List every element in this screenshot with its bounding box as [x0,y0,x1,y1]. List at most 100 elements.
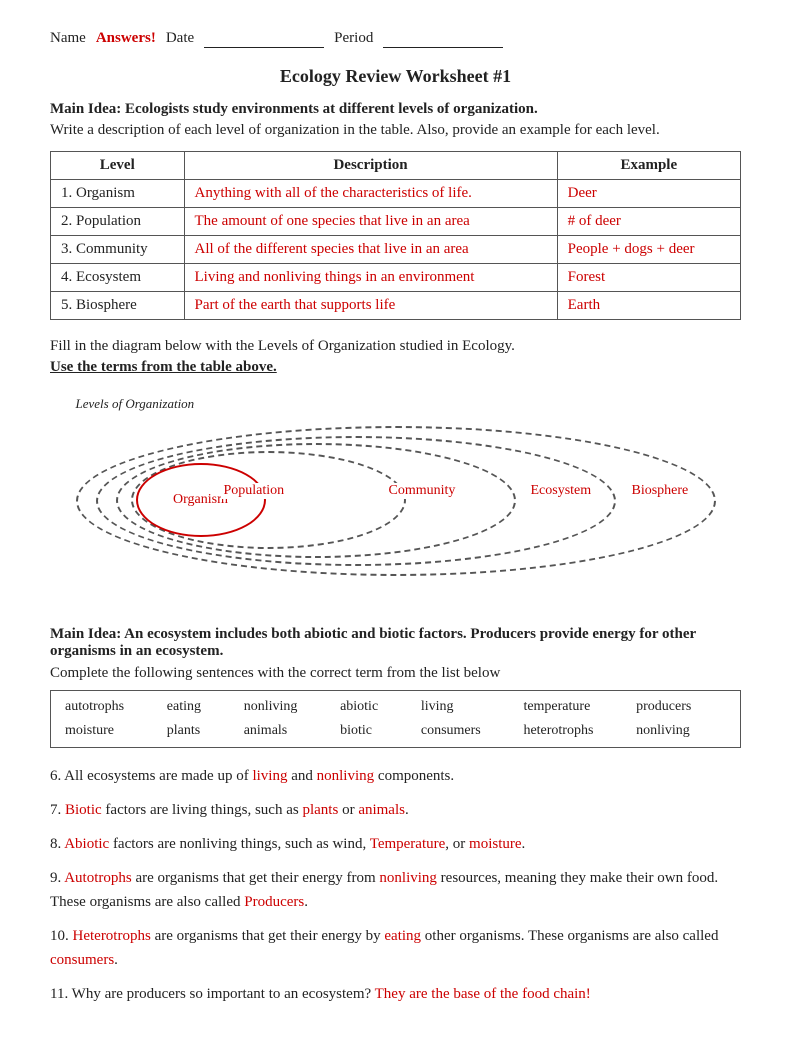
cell-example: Forest [557,264,740,292]
population-label: Population [221,483,288,499]
sentence-part: factors are living things, such as [102,802,303,818]
section1-main-idea: Main Idea: Ecologists study environments… [50,101,741,118]
sentence-part: eating [384,928,421,944]
sentence-part: , or [445,836,469,852]
header: Name Answers! Date Period [50,30,741,48]
answers-label: Answers! [96,30,156,47]
sentence-part: . [114,952,118,968]
sentence-part: other organisms. These organisms are als… [421,928,718,944]
word-bank-item: consumers [417,721,520,741]
cell-description: Part of the earth that supports life [184,292,557,320]
page-title: Ecology Review Worksheet #1 [50,66,741,87]
ecosystem-label: Ecosystem [528,483,595,499]
diagram-container: Levels of Organization Organism Populati… [56,396,736,596]
table-row: 1. OrganismAnything with all of the char… [51,180,741,208]
sentence-part: 7. [50,802,65,818]
word-bank-item: nonliving [240,697,336,717]
sentence-part: are organisms that get their energy by [151,928,385,944]
sentence-9: 9. Autotrophs are organisms that get the… [50,866,741,914]
sentence-part: factors are nonliving things, such as wi… [109,836,370,852]
cell-example: # of deer [557,208,740,236]
table-row: 4. EcosystemLiving and nonliving things … [51,264,741,292]
sentence-part: Abiotic [64,836,109,852]
sentences-container: 6. All ecosystems are made up of living … [50,764,741,1006]
word-bank-item: living [417,697,520,717]
fill-instruction: Fill in the diagram below with the Level… [50,338,741,355]
sentence-part: 11. Why are producers so important to an… [50,986,375,1002]
sentence-part: . [405,802,409,818]
date-field[interactable] [204,30,324,48]
cell-level: 3. Community [51,236,185,264]
word-bank-item: temperature [519,697,632,717]
period-field[interactable] [383,30,503,48]
sentence-part: Heterotrophs [73,928,151,944]
word-bank: autotrophseatingnonlivingabioticlivingte… [50,690,741,748]
word-bank-item: animals [240,721,336,741]
cell-description: The amount of one species that live in a… [184,208,557,236]
word-bank-item: plants [163,721,240,741]
cell-level: 5. Biosphere [51,292,185,320]
sentence-part: plants [302,802,338,818]
word-bank-item: autotrophs [61,697,163,717]
cell-level: 4. Ecosystem [51,264,185,292]
org-table: Level Description Example 1. OrganismAny… [50,151,741,320]
word-bank-item: producers [632,697,730,717]
sentence-part: consumers [50,952,114,968]
cell-example: People + dogs + deer [557,236,740,264]
complete-instruction: Complete the following sentences with th… [50,665,741,682]
word-bank-item: biotic [336,721,417,741]
cell-description: Living and nonliving things in an enviro… [184,264,557,292]
sentence-part: and [287,768,316,784]
cell-example: Earth [557,292,740,320]
table-row: 5. BiospherePart of the earth that suppo… [51,292,741,320]
sentence-part: Producers [244,894,304,910]
table-row: 3. CommunityAll of the different species… [51,236,741,264]
col-description: Description [184,152,557,180]
sentence-7: 7. Biotic factors are living things, suc… [50,798,741,822]
sentence-part: 9. [50,870,64,886]
section2-bold: Main Idea: An ecosystem includes both ab… [50,626,696,659]
sentence-part: . [522,836,526,852]
word-bank-item: moisture [61,721,163,741]
cell-level: 2. Population [51,208,185,236]
section2-main-idea: Main Idea: An ecosystem includes both ab… [50,626,741,660]
sentence-part: 10. [50,928,73,944]
sentence-part: Biotic [65,802,102,818]
sentence-part: or [338,802,358,818]
sentence-part: nonliving [379,870,437,886]
sentence-part: Autotrophs [64,870,132,886]
word-bank-item: eating [163,697,240,717]
sentence-part: 6. All ecosystems are made up of [50,768,252,784]
sentence-part: moisture [469,836,522,852]
col-level: Level [51,152,185,180]
biosphere-label: Biosphere [629,483,692,499]
sentence-10: 10. Heterotrophs are organisms that get … [50,924,741,972]
community-label: Community [386,483,459,499]
sentence-part: components. [374,768,454,784]
sentence-part: . [304,894,308,910]
sentence-part: are organisms that get their energy from [132,870,380,886]
sentence-8: 8. Abiotic factors are nonliving things,… [50,832,741,856]
word-bank-item: heterotrophs [519,721,632,741]
table-row: 2. PopulationThe amount of one species t… [51,208,741,236]
cell-level: 1. Organism [51,180,185,208]
sentence-part: Temperature [370,836,446,852]
period-label: Period [334,30,373,47]
sentence-part: animals [358,802,405,818]
use-terms: Use the terms from the table above. [50,359,741,376]
sentence-part: They are the base of the food chain! [375,986,591,1002]
name-label: Name [50,30,86,47]
sentence-part: 8. [50,836,64,852]
diagram-label: Levels of Organization [76,396,195,412]
sentence-11: 11. Why are producers so important to an… [50,982,741,1006]
organism-oval: Organism [136,463,266,537]
ellipses-container: Organism Population Community Ecosystem … [56,421,736,591]
cell-description: Anything with all of the characteristics… [184,180,557,208]
sentence-6: 6. All ecosystems are made up of living … [50,764,741,788]
cell-description: All of the different species that live i… [184,236,557,264]
word-bank-item: abiotic [336,697,417,717]
sentence-part: living [252,768,287,784]
col-example: Example [557,152,740,180]
date-label: Date [166,30,194,47]
section1-instruction: Write a description of each level of org… [50,122,741,139]
